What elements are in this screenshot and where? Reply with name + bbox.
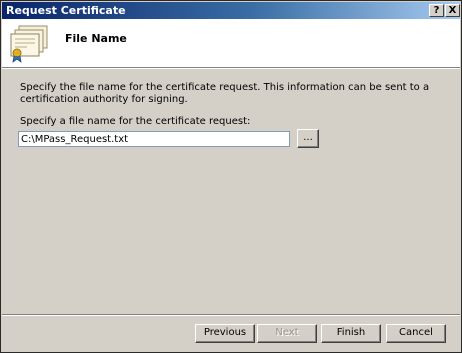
browse-button[interactable]: ... — [297, 129, 319, 148]
header-divider-highlight — [2, 68, 460, 69]
page-title: File Name — [65, 32, 127, 45]
description-text: Specify the file name for the certificat… — [20, 82, 430, 105]
certificate-icon — [10, 25, 48, 63]
file-name-input[interactable] — [18, 131, 290, 147]
wizard-header: File Name — [2, 19, 460, 67]
next-button[interactable]: Next — [257, 324, 317, 343]
cancel-button[interactable]: Cancel — [386, 324, 446, 343]
title-bar[interactable]: Request Certificate ? X — [2, 2, 460, 19]
window-title: Request Certificate — [6, 4, 126, 17]
help-button[interactable]: ? — [429, 4, 444, 17]
close-button[interactable]: X — [445, 4, 460, 17]
previous-button[interactable]: Previous — [195, 324, 255, 343]
finish-button[interactable]: Finish — [321, 324, 381, 343]
request-certificate-dialog: Request Certificate ? X File Name Specif… — [0, 0, 462, 353]
file-name-label: Specify a file name for the certificate … — [20, 116, 251, 127]
footer-divider-highlight — [2, 315, 460, 316]
